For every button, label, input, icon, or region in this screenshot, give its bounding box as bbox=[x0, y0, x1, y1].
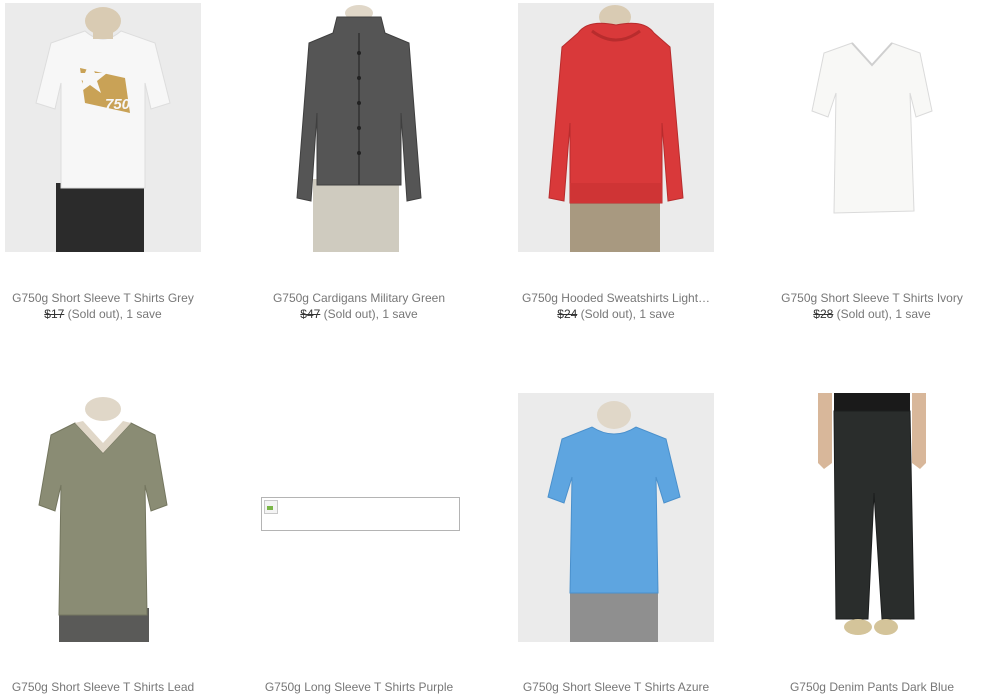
product-price: $47 bbox=[300, 307, 321, 321]
broken-image-icon bbox=[264, 500, 278, 514]
product-grid: 750 G750g Short Sleeve T Shirts Grey $17… bbox=[0, 0, 984, 697]
product-status: (Sold out), 1 save bbox=[67, 307, 162, 321]
product-title[interactable]: G750g Short Sleeve T Shirts Lead bbox=[1, 680, 205, 694]
svg-text:750: 750 bbox=[105, 96, 131, 113]
product-image[interactable] bbox=[518, 393, 714, 642]
product-title[interactable]: G750g Short Sleeve T Shirts Azure bbox=[514, 680, 718, 694]
product-title[interactable]: G750g Hooded Sweatshirts Light… bbox=[514, 291, 718, 305]
product-image[interactable] bbox=[774, 3, 970, 252]
product-image[interactable]: 750 bbox=[5, 3, 201, 252]
dark-grey-cardigan-icon bbox=[296, 5, 422, 252]
product-price-line: $17 (Sold out), 1 save bbox=[1, 307, 205, 321]
product-price-line: $28 (Sold out), 1 save bbox=[770, 307, 974, 321]
product-price-line: $24 (Sold out), 1 save bbox=[514, 307, 718, 321]
ivory-v-neck-tshirt-icon bbox=[811, 42, 933, 214]
olive-v-neck-tshirt-icon bbox=[38, 397, 168, 642]
product-title[interactable]: G750g Short Sleeve T Shirts Grey bbox=[1, 291, 205, 305]
blue-tshirt-icon bbox=[547, 401, 681, 642]
product-status: (Sold out), 1 save bbox=[323, 307, 418, 321]
product-image[interactable] bbox=[5, 393, 201, 642]
red-hooded-sweatshirt-icon bbox=[548, 5, 684, 252]
white-tshirt-gold-star-print-icon: 750 bbox=[35, 7, 171, 252]
dark-denim-pants-icon bbox=[818, 393, 926, 635]
product-title[interactable]: G750g Denim Pants Dark Blue bbox=[770, 680, 974, 694]
product-title[interactable]: G750g Short Sleeve T Shirts Ivory bbox=[770, 291, 974, 305]
product-price: $24 bbox=[557, 307, 578, 321]
product-image[interactable] bbox=[518, 3, 714, 252]
product-status: (Sold out), 1 save bbox=[836, 307, 931, 321]
product-image[interactable] bbox=[261, 497, 460, 531]
product-title[interactable]: G750g Cardigans Military Green bbox=[257, 291, 461, 305]
product-image[interactable] bbox=[774, 393, 970, 642]
product-price: $17 bbox=[44, 307, 65, 321]
product-price-line: $47 (Sold out), 1 save bbox=[257, 307, 461, 321]
product-image[interactable] bbox=[261, 3, 457, 252]
product-title[interactable]: G750g Long Sleeve T Shirts Purple bbox=[257, 680, 461, 694]
product-price: $28 bbox=[813, 307, 834, 321]
product-status: (Sold out), 1 save bbox=[580, 307, 675, 321]
